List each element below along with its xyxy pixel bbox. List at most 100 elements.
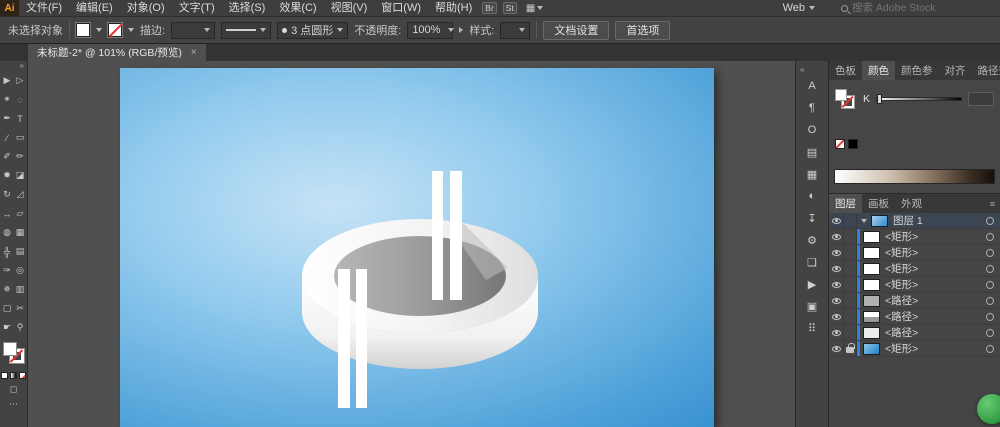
layer-thumbnail[interactable] [863,343,880,355]
search-input[interactable] [852,2,992,14]
magic-wand-tool-icon[interactable]: ✶ [1,90,14,109]
document-tab[interactable]: 未标题-2* @ 101% (RGB/预览) × [28,44,206,61]
black-color-swatch[interactable] [848,139,858,149]
actions-play-icon[interactable]: ▶ [807,273,817,295]
layer-row-parent[interactable]: 图层 1 [829,213,1000,229]
artboard-canvas[interactable] [120,68,714,427]
target-circle-icon[interactable] [986,313,994,321]
preferences-button[interactable]: 首选项 [615,21,670,40]
lock-toggle[interactable] [844,229,857,244]
gradient-tool-icon[interactable]: ▤ [14,242,27,261]
stroke-caret-icon[interactable] [128,28,134,32]
scale-tool-icon[interactable]: ◿ [14,185,27,204]
panel-menu-icon[interactable]: ≡ [985,194,1000,213]
column-graph-tool-icon[interactable]: ▥ [14,280,27,299]
edit-toolbar-button[interactable]: ⋯ [9,399,18,409]
menu-item[interactable]: 文件(F) [19,0,69,16]
visibility-toggle[interactable] [829,293,844,308]
workspace-switcher[interactable]: Web [783,2,815,14]
expand-panels-icon[interactable]: « [796,64,804,75]
k-slider[interactable] [876,97,962,101]
selection-tool-icon[interactable]: ▶ [1,71,14,90]
width-profile-dropdown[interactable] [221,22,271,39]
target-circle-icon[interactable] [986,297,994,305]
layer-thumbnail[interactable] [863,311,880,323]
k-slider-handle[interactable] [877,94,882,104]
shape-builder-tool-icon[interactable]: ◍ [1,223,14,242]
tab-color-guide[interactable]: 颜色参 [895,61,939,80]
menu-item[interactable]: 选择(S) [222,0,273,16]
none-mode-button[interactable] [19,372,26,379]
transparency-panel-icon[interactable]: ◐ [807,185,817,207]
k-value-field[interactable] [968,92,994,106]
rotate-tool-icon[interactable]: ↻ [1,185,14,204]
lock-toggle[interactable] [844,309,857,324]
paintbrush-tool-icon[interactable]: ✐ [1,147,14,166]
lock-toggle[interactable] [844,325,857,340]
menu-item[interactable]: 对象(O) [120,0,172,16]
tab-color[interactable]: 颜色 [862,61,895,80]
layer-row[interactable]: <矩形> [829,341,1000,357]
artboards-panel-icon[interactable]: ▣ [807,295,817,317]
visibility-toggle[interactable] [829,277,844,292]
pencil-tool-icon[interactable]: ✏ [14,147,27,166]
menu-item[interactable]: 效果(C) [272,0,323,16]
layer-row[interactable]: <矩形> [829,229,1000,245]
tab-appearance[interactable]: 外观 [895,194,928,213]
artboard-tool-icon[interactable]: ▢ [1,299,14,318]
gradient-mode-button[interactable] [10,372,17,379]
symbol-sprayer-tool-icon[interactable]: ✵ [1,280,14,299]
style-dropdown[interactable] [500,22,530,39]
tab-pathfinder[interactable]: 路径查 [972,61,1000,80]
target-circle-icon[interactable] [986,233,994,241]
opacity-flyout-icon[interactable] [459,27,463,33]
tab-align[interactable]: 对齐 [939,61,972,80]
tab-artboards[interactable]: 画板 [862,194,895,213]
visibility-toggle[interactable] [829,341,844,356]
lock-toggle[interactable] [844,277,857,292]
stock-search[interactable] [841,2,992,14]
eyedropper-tool-icon[interactable]: ✑ [1,261,14,280]
layer-row[interactable]: <路径> [829,325,1000,341]
zoom-tool-icon[interactable]: ⚲ [14,318,27,337]
layer-row[interactable]: <矩形> [829,277,1000,293]
rectangle-tool-icon[interactable]: ▭ [14,128,27,147]
fill-color-swatch[interactable] [76,23,90,37]
mesh-tool-icon[interactable]: ╬ [1,242,14,261]
layer-thumbnail[interactable] [863,263,880,275]
blend-tool-icon[interactable]: ◎ [14,261,27,280]
paragraph-panel-icon[interactable]: ¶ [807,97,817,119]
color-spectrum-ramp[interactable] [834,169,995,184]
export-tray-icon[interactable]: ↧ [807,207,817,229]
lock-toggle[interactable] [844,213,857,228]
fill-stroke-indicator[interactable] [2,342,26,367]
document-setup-button[interactable]: 文档设置 [543,21,609,40]
screen-mode-button[interactable]: ◻ [10,384,17,394]
lock-toggle[interactable] [844,261,857,276]
lasso-tool-icon[interactable]: ◌ [14,90,27,109]
visibility-toggle[interactable] [829,213,844,228]
layer-thumbnail[interactable] [871,215,888,227]
layer-thumbnail[interactable] [863,295,880,307]
visibility-toggle[interactable] [829,245,844,260]
target-circle-icon[interactable] [986,217,994,225]
visibility-toggle[interactable] [829,309,844,324]
width-tool-icon[interactable]: ↔ [1,204,14,223]
target-circle-icon[interactable] [986,265,994,273]
lock-toggle[interactable] [844,245,857,260]
blob-brush-tool-icon[interactable]: ✹ [1,166,14,185]
menu-item[interactable]: 文字(T) [172,0,222,16]
menu-item[interactable]: 帮助(H) [428,0,479,16]
color-fill-stroke[interactable] [835,89,857,109]
lock-toggle[interactable] [844,341,857,356]
visibility-toggle[interactable] [829,229,844,244]
color-fill-swatch[interactable] [835,89,847,101]
bridge-button[interactable]: Br [482,2,497,14]
slice-tool-icon[interactable]: ✂ [14,299,27,318]
layer-thumbnail[interactable] [863,279,880,291]
direct-selection-tool-icon[interactable]: ▷ [14,71,27,90]
none-color-swatch[interactable] [835,139,845,149]
eraser-tool-icon[interactable]: ◪ [14,166,27,185]
lock-toggle[interactable] [844,293,857,308]
layer-thumbnail[interactable] [863,327,880,339]
